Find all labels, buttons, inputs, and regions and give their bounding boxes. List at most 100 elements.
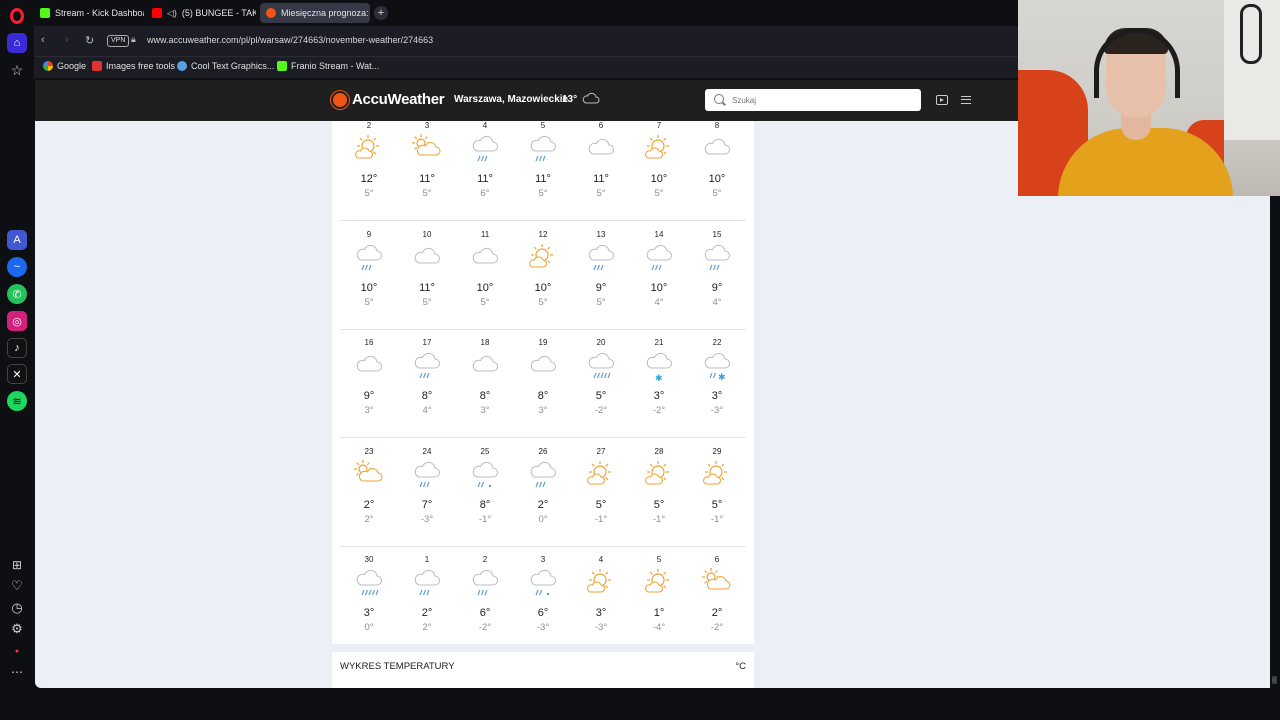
bookmark-site-icon [92,61,102,71]
high-temperature: 10° [476,281,494,294]
back-icon[interactable]: ‹ [41,34,45,46]
high-temperature: 6° [537,607,549,620]
messenger-icon[interactable]: ~ [7,257,27,277]
url-field[interactable]: www.accuweather.com/pl/pl/warsaw/274663/… [147,35,433,45]
gear-icon[interactable]: ⚙ [7,619,27,639]
high-temperature: 5° [595,498,607,511]
menu-icon[interactable] [961,96,971,104]
high-temperature: 9° [363,390,375,403]
calendar-day[interactable]: 6 2° -2° [688,547,746,655]
calendar-day[interactable]: 28 5° -1° [630,439,688,547]
calendar-day[interactable]: 24 7° -3° [398,439,456,547]
calendar-day[interactable]: 21 ✱ 3° -2° [630,330,688,438]
partly-sunny-icon [354,134,384,162]
hazy-sun-cloud-icon [702,568,732,596]
spotify-icon[interactable]: ≋ [7,391,27,411]
calendar-day[interactable]: 2 6° -2° [456,547,514,655]
day-number: 24 [422,446,432,456]
lock-icon[interactable]: 🔒︎ [131,34,136,45]
unit-toggle[interactable]: °C [735,661,746,672]
calendar-day[interactable]: 5 1° -4° [630,547,688,655]
calendar-day[interactable]: 29 5° -1° [688,439,746,547]
bookmark-images-free-tools[interactable]: Images free tools [92,61,175,71]
video-icon[interactable] [936,95,948,105]
calendar-day[interactable]: 18 8° 3° [456,330,514,438]
calendar-day[interactable]: 6 11° 5° [572,113,630,221]
calendar-day[interactable]: 19 8° 3° [514,330,572,438]
instagram-icon[interactable]: ◎ [7,311,27,331]
snow-icon: ✱ [644,351,674,384]
more-icon[interactable]: ⋯ [7,662,27,682]
day-number: 6 [714,555,720,565]
tab-bungee[interactable]: ◁) (5) BUNGEE - TAK TO [146,3,256,23]
calendar-day[interactable]: 11 10° 5° [456,222,514,330]
low-temperature: 4° [712,296,722,308]
calendar-day[interactable]: 7 10° 5° [630,113,688,221]
grid-icon[interactable]: ⊞ [7,555,27,575]
opera-logo-icon[interactable] [7,6,27,26]
low-temperature: 3° [538,405,548,417]
calendar-day[interactable]: 30 3° 0° [340,547,398,655]
calendar-day[interactable]: 10 11° 5° [398,222,456,330]
speaker-icon[interactable]: ◁) [167,8,177,19]
accuweather-logo[interactable]: AccuWeather [333,91,445,108]
aria-icon[interactable]: A [7,230,27,250]
tab-accuweather[interactable]: Miesięczna prognoza: Wa [260,3,370,23]
low-temperature: 5° [538,188,548,199]
high-temperature: 5° [595,390,607,403]
vpn-badge[interactable]: VPN [107,35,130,47]
heart-icon[interactable]: ♡ [7,576,27,596]
star-icon[interactable]: ☆ [7,60,27,80]
high-temperature: 12° [360,173,378,185]
rain-icon [470,134,500,162]
calendar-day[interactable]: 1 2° 2° [398,547,456,655]
bookmark-google[interactable]: Google [43,61,86,71]
day-number: 6 [598,121,604,130]
home-icon[interactable]: ⌂ [7,33,27,53]
rain-icon [412,460,442,488]
calendar-day[interactable]: 15 9° 4° [688,222,746,330]
calendar-day[interactable]: 9 10° 5° [340,222,398,330]
calendar-day[interactable]: 4 3° -3° [572,547,630,655]
calendar-day[interactable]: 17 8° 4° [398,330,456,438]
tiktok-icon[interactable]: ♪ [7,338,27,358]
x-icon[interactable]: ✕ [7,364,27,384]
brand-name: AccuWeather [352,91,445,108]
calendar-day[interactable]: 5 11° 5° [514,113,572,221]
calendar-day[interactable]: 23 2° 2° [340,439,398,547]
bookmark-cool-text[interactable]: Cool Text Graphics... [177,61,274,71]
ublock-icon[interactable]: ● [7,641,27,661]
calendar-day[interactable]: 13 9° 5° [572,222,630,330]
search-box[interactable] [705,89,921,111]
calendar-day[interactable]: 27 5° -1° [572,439,630,547]
scrollbar[interactable] [1270,196,1280,688]
scrollbar-thumb[interactable] [1272,676,1277,684]
calendar-day[interactable]: 14 10° 4° [630,222,688,330]
calendar-day[interactable]: 20 5° -2° [572,330,630,438]
location-name[interactable]: Warszawa, Mazowieckie [454,94,568,105]
bookmark-franio-stream[interactable]: Franio Stream - Wat... [277,61,379,71]
calendar-day[interactable]: 25 8° -1° [456,439,514,547]
calendar-day[interactable]: 4 11° 6° [456,113,514,221]
new-tab-button[interactable]: + [374,6,388,20]
calendar-day[interactable]: 3 6° -3° [514,547,572,655]
whatsapp-icon[interactable]: ✆ [7,284,27,304]
history-icon[interactable]: ◷ [7,598,27,618]
calendar-day[interactable]: 12 10° 5° [514,222,572,330]
calendar-day[interactable]: 2 12° 5° [340,113,398,221]
low-temperature: -1° [652,513,666,525]
search-input[interactable] [732,93,912,107]
reload-icon[interactable]: ↻ [85,34,94,47]
low-temperature: -3° [710,405,724,417]
calendar-week: 2 12° 5° 3 11° 5° 4 11° 6° 5 11° 5° 6 11° 5° 7 10° 5° 8 10°… [340,113,746,221]
current-temperature[interactable]: 13° [562,94,577,105]
calendar-day[interactable]: 22 ✱ 3° -3° [688,330,746,438]
calendar-day[interactable]: 8 10° 5° [688,113,746,221]
forward-icon[interactable]: › [65,34,69,46]
kick-icon [40,8,50,18]
tab-kick-dashboard[interactable]: Stream - Kick Dashboard [34,3,144,23]
high-temperature: 6° [479,607,491,620]
calendar-day[interactable]: 16 9° 3° [340,330,398,438]
calendar-day[interactable]: 3 11° 5° [398,113,456,221]
calendar-day[interactable]: 26 2° 0° [514,439,572,547]
